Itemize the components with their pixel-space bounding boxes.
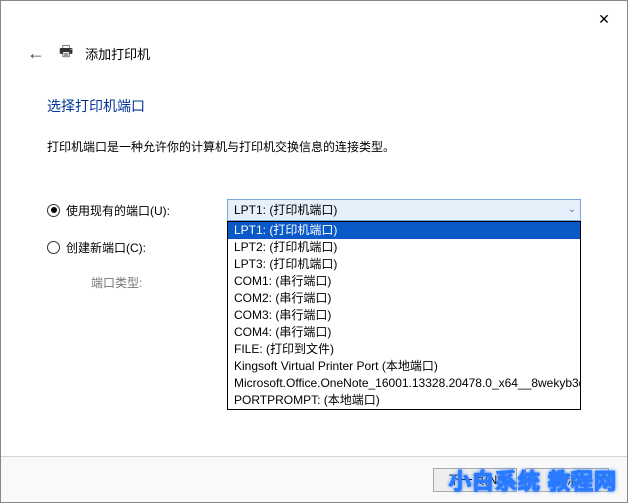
cancel-button-label: 取消 — [555, 471, 579, 488]
close-icon: ✕ — [598, 11, 610, 28]
port-dropdown-item[interactable]: COM3: (串行端口) — [228, 307, 580, 324]
content-area: 选择打印机端口 打印机端口是一种允许你的计算机与打印机交换信息的连接类型。 使用… — [1, 76, 627, 291]
port-dropdown-item[interactable]: FILE: (打印到文件) — [228, 341, 580, 358]
printer-icon: 🖶 — [59, 41, 73, 66]
port-dropdown: LPT1: (打印机端口)LPT2: (打印机端口)LPT3: (打印机端口)C… — [227, 221, 581, 410]
port-select-value: LPT1: (打印机端口) — [234, 203, 337, 217]
section-desc: 打印机端口是一种允许你的计算机与打印机交换信息的连接类型。 — [47, 138, 581, 155]
port-dropdown-item[interactable]: COM1: (串行端口) — [228, 273, 580, 290]
radio-use-existing-label: 使用现有的端口(U): — [66, 202, 170, 219]
port-dropdown-item[interactable]: LPT1: (打印机端口) — [228, 222, 580, 239]
next-button-label: 下一页(N) — [449, 471, 502, 488]
port-type-label: 端口类型: — [91, 274, 142, 291]
radio-create-new-label: 创建新端口(C): — [66, 239, 146, 256]
radio-create-new[interactable]: 创建新端口(C): — [47, 239, 227, 256]
wizard-title: 添加打印机 — [85, 44, 150, 63]
titlebar: ✕ — [1, 1, 627, 39]
port-dropdown-item[interactable]: LPT2: (打印机端口) — [228, 239, 580, 256]
port-dropdown-item[interactable]: LPT3: (打印机端口) — [228, 256, 580, 273]
next-button[interactable]: 下一页(N) — [433, 468, 517, 492]
port-dropdown-item[interactable]: COM4: (串行端口) — [228, 324, 580, 341]
close-button[interactable]: ✕ — [583, 5, 625, 33]
radio-use-existing[interactable]: 使用现有的端口(U): — [47, 202, 227, 219]
section-title: 选择打印机端口 — [47, 96, 581, 116]
port-select-box[interactable]: LPT1: (打印机端口) ⌄ — [227, 199, 581, 221]
cancel-button[interactable]: 取消 — [525, 468, 609, 492]
chevron-down-icon: ⌄ — [568, 200, 576, 220]
radio-icon — [47, 241, 60, 254]
wizard-header: ← 🖶 添加打印机 — [1, 39, 627, 76]
port-select[interactable]: LPT1: (打印机端口) ⌄ LPT1: (打印机端口)LPT2: (打印机端… — [227, 199, 581, 221]
row-use-existing: 使用现有的端口(U): LPT1: (打印机端口) ⌄ LPT1: (打印机端口… — [47, 199, 581, 221]
port-dropdown-item[interactable]: Microsoft.Office.OneNote_16001.13328.204… — [228, 375, 580, 392]
port-type-label-wrap: 端口类型: — [47, 274, 227, 291]
port-dropdown-item[interactable]: COM2: (串行端口) — [228, 290, 580, 307]
back-arrow-icon[interactable]: ← — [25, 43, 47, 64]
port-dropdown-item[interactable]: PORTPROMPT: (本地端口) — [228, 392, 580, 409]
radio-icon — [47, 204, 60, 217]
port-dropdown-item[interactable]: Kingsoft Virtual Printer Port (本地端口) — [228, 358, 580, 375]
bottom-bar: 下一页(N) 取消 — [1, 456, 627, 502]
